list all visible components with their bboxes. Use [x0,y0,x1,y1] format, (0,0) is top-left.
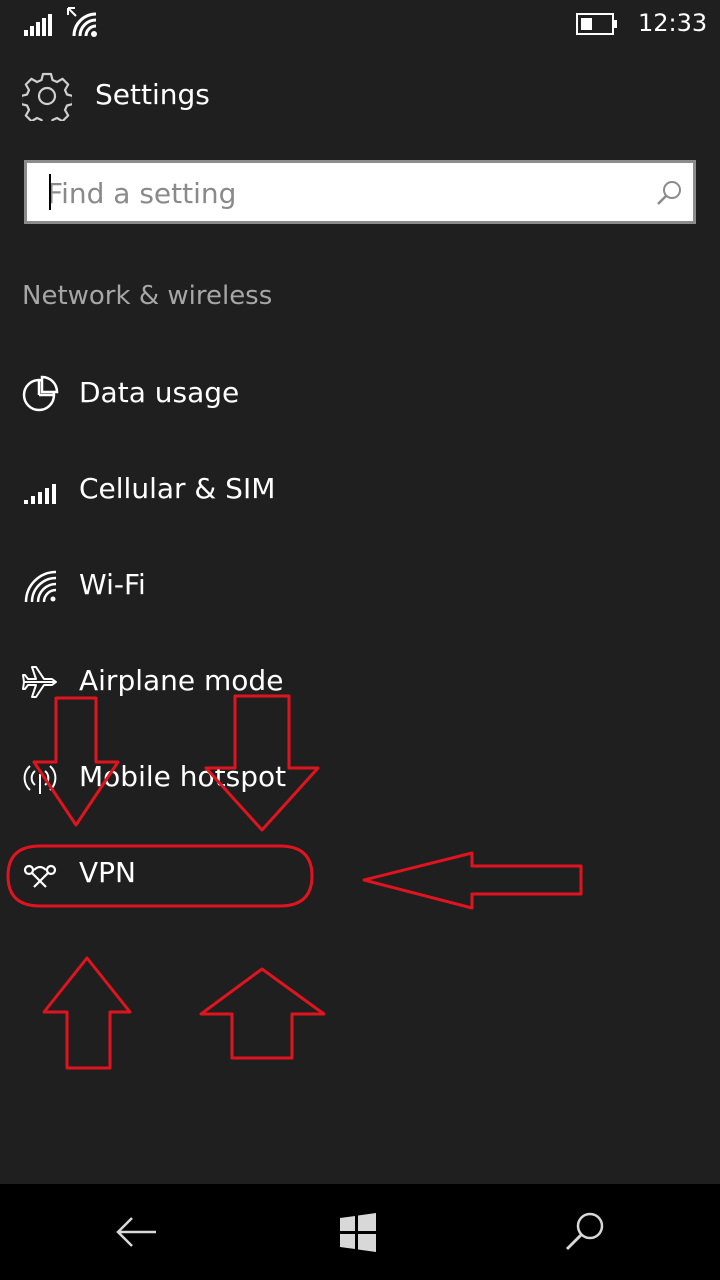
item-label: Wi-Fi [79,568,146,601]
windows-start-icon[interactable] [328,1202,388,1262]
wifi-icon [67,7,97,37]
item-mobile-hotspot[interactable]: Mobile hotspot [0,742,720,814]
airplane-icon [22,666,57,698]
back-arrow-icon[interactable] [106,1202,166,1262]
annotation-arrow-up [199,967,326,1060]
item-label: Airplane mode [79,664,284,697]
search-icon[interactable] [655,179,683,207]
item-wifi[interactable]: Wi-Fi [0,550,720,622]
signal-bars-icon [24,14,52,36]
hotspot-icon [23,765,57,794]
status-time: 12:33 [638,9,708,37]
battery-icon [576,13,617,35]
item-vpn[interactable]: VPN [0,838,720,910]
navigation-bar [0,1184,720,1280]
vpn-icon [23,864,57,888]
item-label: Data usage [79,376,240,409]
item-label: VPN [79,856,136,889]
item-label: Cellular & SIM [79,472,276,505]
annotation-arrow-up [42,956,132,1070]
wifi-icon [24,570,57,603]
text-caret [49,174,51,210]
item-airplane-mode[interactable]: Airplane mode [0,646,720,718]
search-input[interactable] [45,163,629,223]
item-cellular-sim[interactable]: Cellular & SIM [0,454,720,526]
page-title: Settings [95,78,210,111]
pie-chart-icon [22,375,59,412]
item-data-usage[interactable]: Data usage [0,358,720,430]
search-icon[interactable] [556,1202,616,1262]
search-box[interactable] [24,160,696,224]
signal-bars-icon [24,484,56,504]
section-header: Network & wireless [22,281,273,311]
gear-icon [22,72,72,121]
item-label: Mobile hotspot [79,760,287,793]
